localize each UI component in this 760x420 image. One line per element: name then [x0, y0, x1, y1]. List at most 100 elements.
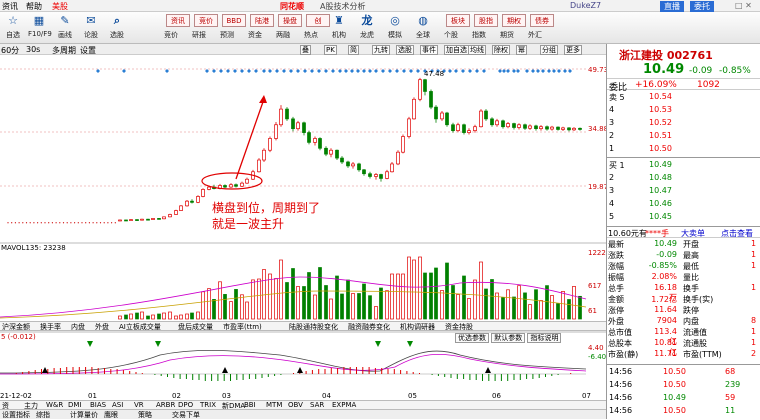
data-tab-6[interactable]: 市盈率(ttm): [223, 322, 262, 332]
volume-bar-61: [456, 294, 460, 320]
menu-help[interactable]: 帮助: [26, 1, 42, 12]
sell-row-2[interactable]: 3 10.52: [607, 117, 760, 130]
signal-diamond-14: [282, 69, 286, 73]
sell-row-4[interactable]: 1 10.50: [607, 143, 760, 156]
toolbar-quick-1[interactable]: 竞价: [194, 14, 218, 27]
indicator-tab-11[interactable]: BBI: [244, 401, 256, 409]
toolbar-item-1[interactable]: ▦ F10/F9: [28, 13, 52, 38]
buy-row-1[interactable]: 2 10.48: [607, 172, 760, 185]
toolbar-label-6: 研报: [192, 31, 206, 39]
toolbar-item-4[interactable]: ⌕ 选股: [106, 13, 128, 40]
buy-row-2[interactable]: 3 10.47: [607, 185, 760, 198]
chart-button-3[interactable]: 九转: [372, 45, 390, 55]
chart-button-0[interactable]: 叠: [300, 45, 311, 55]
default-params-button[interactable]: 默认参数: [491, 333, 526, 343]
volume-bar-40: [340, 293, 344, 320]
chart-button-10[interactable]: 分组: [540, 45, 558, 55]
window-controls[interactable]: □ ✕: [735, 1, 752, 10]
toolbar-item-0[interactable]: ☆ 自选: [2, 13, 24, 40]
chart-button-2[interactable]: 简: [348, 45, 359, 55]
kline-chart[interactable]: 49.73 34.88 19.87 47.48 1222 617 61 4.40-6.40 21…: [0, 55, 606, 409]
data-tab-9[interactable]: 机构调研器: [400, 322, 435, 332]
chart-button-8[interactable]: 除权: [492, 45, 510, 55]
toolbar-icon-13: ◎: [390, 14, 400, 27]
buy-row-4[interactable]: 5 10.45: [607, 211, 760, 224]
chart-button-9[interactable]: 幂: [516, 45, 527, 55]
toolbar-item-13[interactable]: ◎ 模拟: [384, 13, 406, 40]
buy-row-3[interactable]: 4 10.46: [607, 198, 760, 211]
indicator-tab-4[interactable]: BIAS: [90, 401, 106, 409]
toolbar-label-0: 自选: [6, 31, 20, 39]
user-name[interactable]: DukeZ7: [570, 1, 601, 10]
sell-row-3[interactable]: 2 10.51: [607, 130, 760, 143]
data-tab-0[interactable]: 沪深金额: [2, 322, 30, 332]
toolbar-quick-7[interactable]: 股指: [474, 14, 498, 27]
data-tab-10[interactable]: 资金持股: [445, 322, 473, 332]
indicator-tab-13[interactable]: OBV: [288, 401, 303, 409]
toolbar-label-9: 两融: [276, 31, 290, 39]
live-button[interactable]: 直播: [660, 1, 684, 12]
toolbar-quick-6[interactable]: 板块: [446, 14, 470, 27]
order-button[interactable]: 委托: [690, 1, 714, 12]
indicator-tab-14[interactable]: SAR: [310, 401, 324, 409]
toolbar-item-12[interactable]: 龙龙虎: [356, 13, 378, 40]
toolbar-quick-8[interactable]: 期权: [502, 14, 526, 27]
preferred-params-button[interactable]: 优选参数: [455, 333, 489, 343]
indicator-tab-6[interactable]: VR: [134, 401, 144, 409]
chart-button-1[interactable]: PK: [324, 45, 337, 55]
toolbar-item-14[interactable]: ◍ 全球: [412, 13, 434, 40]
data-tab-5[interactable]: 盘后成交量: [178, 322, 213, 332]
indicator-tab-5[interactable]: ASI: [112, 401, 123, 409]
chart-button-7[interactable]: 均线: [468, 45, 486, 55]
big-sell-link[interactable]: 大卖单: [681, 228, 705, 239]
buy-row-0[interactable]: 买 1 10.49: [607, 159, 760, 172]
toolbar-item-3[interactable]: ✉ 论股: [80, 13, 102, 40]
data-tab-1[interactable]: 换手率: [40, 322, 61, 332]
chart-button-11[interactable]: 更多: [564, 45, 582, 55]
chart-button-6[interactable]: 加自选: [444, 45, 469, 55]
toolbar-quick-5[interactable]: 创: [306, 14, 330, 27]
data-tab-7[interactable]: 陆股通持股变化: [289, 322, 338, 332]
chart-button-5[interactable]: 事件: [420, 45, 438, 55]
indicator-tab-3[interactable]: DMI: [68, 401, 82, 409]
candle-body-47: [379, 174, 383, 179]
indicator-tab-9[interactable]: TRIX: [200, 401, 216, 409]
toolbar-label-7: 预测: [220, 31, 234, 39]
indicator-tab-2[interactable]: W&R: [46, 401, 63, 409]
sell-row-0[interactable]: 卖 5 10.54: [607, 91, 760, 104]
indicator-help-button[interactable]: 指标说明: [527, 333, 562, 343]
menu-us-stock[interactable]: 美股: [52, 1, 68, 12]
interval-select[interactable]: 30s: [26, 45, 40, 54]
data-tab-4[interactable]: AI立板成交量: [119, 322, 161, 332]
indicator-tab-8[interactable]: DPO: [178, 401, 193, 409]
candle-body-41: [346, 161, 350, 167]
app-logo: 同花顺: [280, 2, 304, 11]
data-tab-8[interactable]: 融资融券变化: [348, 322, 390, 332]
candle-body-13: [190, 200, 194, 203]
toolbar-quick-0[interactable]: 资讯: [166, 14, 190, 27]
toolbar-quick-2[interactable]: BBD: [222, 14, 246, 27]
volume-bar-7: [157, 313, 161, 320]
indicator-tab-15[interactable]: EXPMA: [332, 401, 356, 409]
volume-bar-5: [146, 315, 150, 320]
toolbar-quick-9[interactable]: 债券: [530, 14, 554, 27]
toolbar-quick-4[interactable]: 操盘: [278, 14, 302, 27]
menu-news[interactable]: 资讯: [2, 1, 18, 12]
chart-button-4[interactable]: 选股: [396, 45, 414, 55]
stock-pct: -0.85%: [719, 66, 751, 76]
volume-bar-13: [190, 312, 194, 320]
baseline-dot-28: [111, 222, 113, 224]
indicator-tab-12[interactable]: MTM: [266, 401, 282, 409]
indicator-tab-7[interactable]: ARBR: [156, 401, 175, 409]
data-tab-3[interactable]: 外盘: [95, 322, 109, 332]
volume-bar-9: [168, 311, 172, 320]
candle-body-67: [490, 118, 494, 126]
toolbar-item-2[interactable]: ✎ 画线: [54, 13, 76, 40]
tick-row-2: 14:56 10.49 59: [609, 393, 736, 402]
toolbar-item-11[interactable]: ♜ 机构: [328, 13, 350, 40]
sell-row-1[interactable]: 4 10.53: [607, 104, 760, 117]
signal-diamond-46: [502, 69, 506, 73]
toolbar-quick-3[interactable]: 陆港: [250, 14, 274, 27]
click-view-link[interactable]: 点击查看: [721, 228, 753, 239]
data-tab-2[interactable]: 内盘: [71, 322, 85, 332]
